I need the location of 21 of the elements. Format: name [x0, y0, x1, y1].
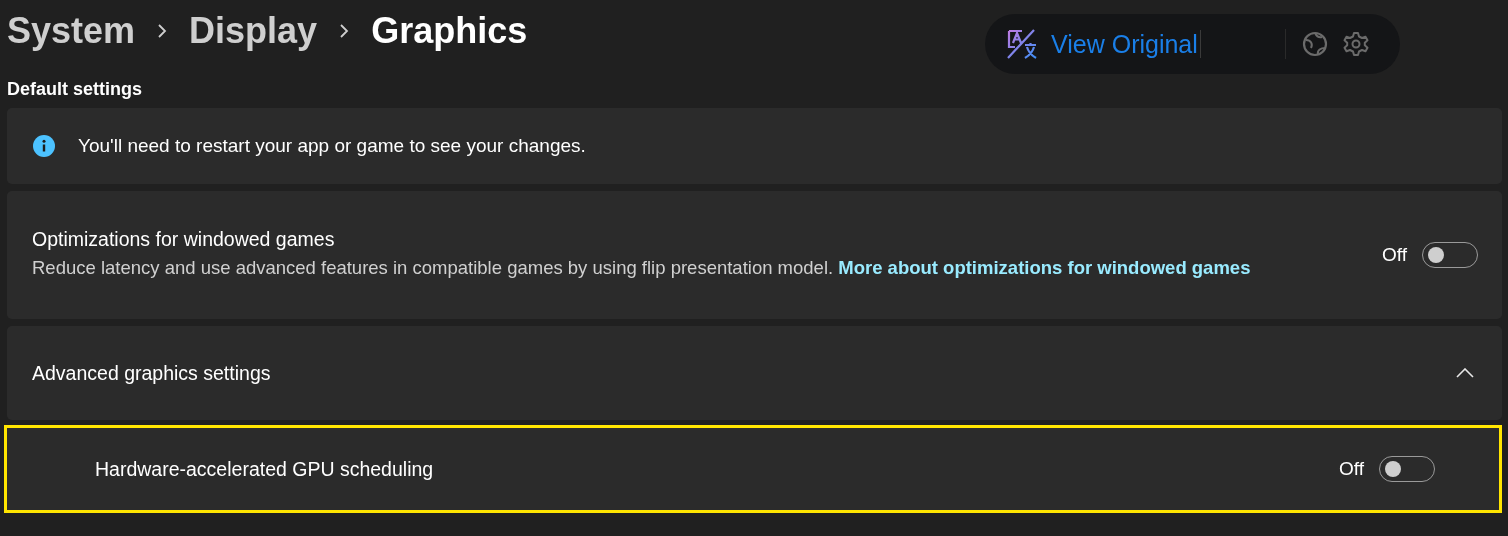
- info-icon: [32, 134, 56, 158]
- translate-icon: [1005, 27, 1039, 61]
- settings-icon[interactable]: [1342, 31, 1369, 57]
- chevron-right-icon: [157, 23, 168, 39]
- setting-title: Hardware-accelerated GPU scheduling: [95, 457, 434, 481]
- breadcrumb-item[interactable]: Graphics: [371, 10, 528, 52]
- expander-title: Advanced graphics settings: [32, 361, 271, 385]
- view-original-button[interactable]: View Original: [1051, 29, 1198, 59]
- learn-more-link[interactable]: More about optimizations for windowed games: [838, 257, 1251, 278]
- setting-description: Reduce latency and use advanced features in compatible games by using flip presentation model. More about optimizations for windowed games: [32, 256, 1252, 280]
- section-title: Default settings: [7, 78, 144, 101]
- chevron-up-icon[interactable]: [1456, 368, 1474, 378]
- expander-header[interactable]: Advanced graphics settings: [7, 326, 1502, 420]
- toggle-state: Off: [1382, 244, 1407, 266]
- breadcrumb-item[interactable]: Display: [189, 10, 318, 52]
- setting-title: Optimizations for windowed games: [32, 228, 336, 251]
- chevron-right-icon: [339, 23, 350, 39]
- globe-icon[interactable]: [1301, 31, 1328, 57]
- breadcrumb-item[interactable]: System: [7, 10, 136, 52]
- info-text: You'll need to restart your app or game to see your changes.: [78, 135, 586, 157]
- toggle-state: Off: [1339, 458, 1364, 480]
